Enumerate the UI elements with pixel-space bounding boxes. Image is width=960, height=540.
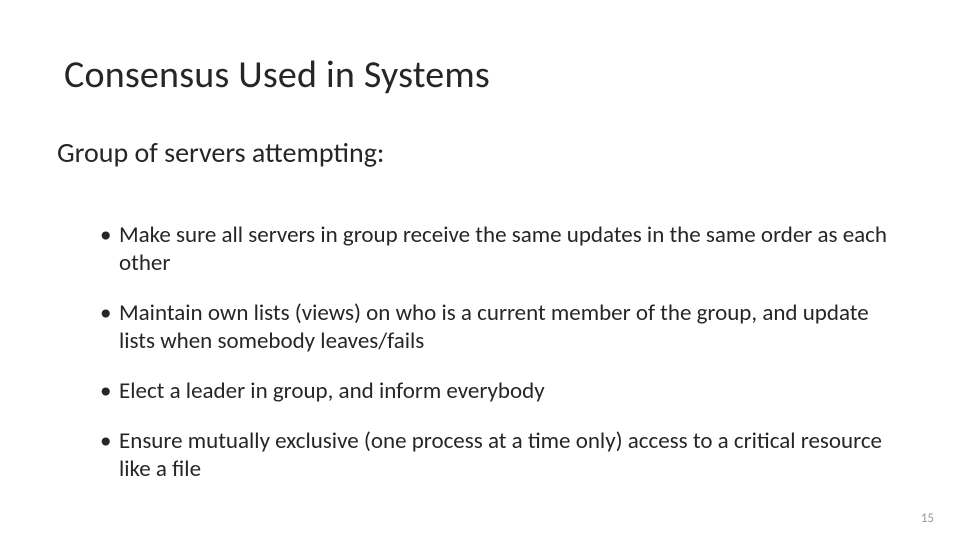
list-item: Elect a leader in group, and inform ever… [97,377,900,405]
slide: Consensus Used in Systems Group of serve… [0,0,960,540]
list-item: Maintain own lists (views) on who is a c… [97,299,900,355]
bullet-list: Make sure all servers in group receive t… [57,221,900,505]
page-number: 15 [921,511,934,526]
slide-subtitle: Group of servers attempting: [57,135,384,170]
slide-title: Consensus Used in Systems [64,52,490,98]
list-item: Ensure mutually exclusive (one process a… [97,427,900,483]
list-item: Make sure all servers in group receive t… [97,221,900,277]
